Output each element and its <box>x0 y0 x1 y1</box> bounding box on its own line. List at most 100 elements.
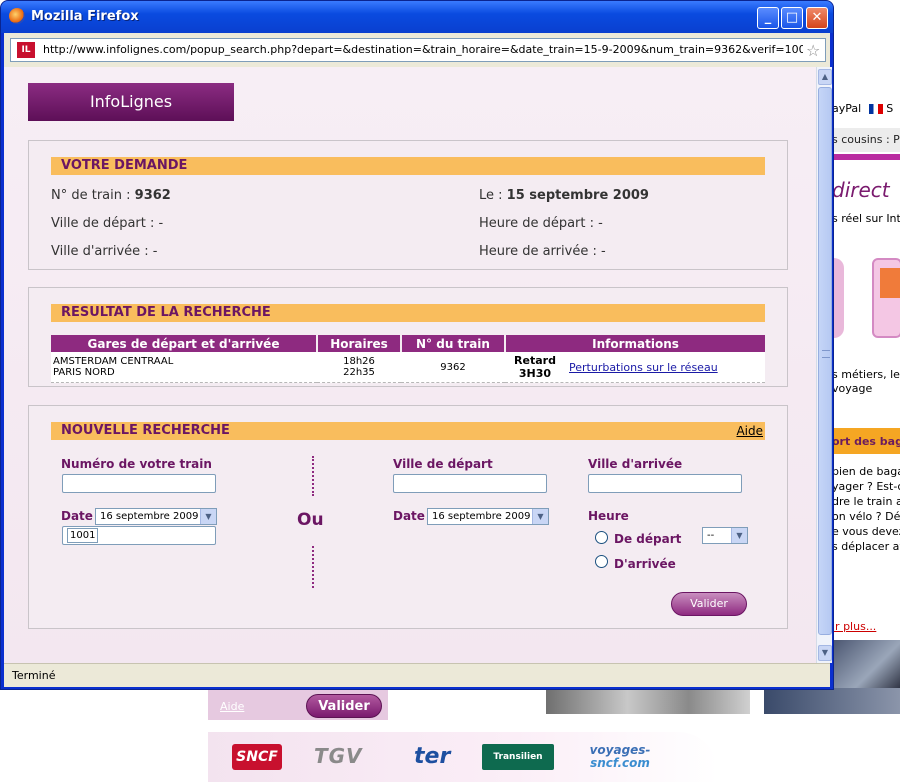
radio-d-arrivee[interactable] <box>595 555 608 568</box>
background-train-photo <box>764 688 900 714</box>
background-metiers-text: s métiers, les voyage <box>832 368 900 395</box>
background-paragraph: bien de baga yager ? Est-c dre le train … <box>832 465 900 553</box>
results-header-row: Gares de départ et d'arrivée Horaires N°… <box>51 335 765 352</box>
ville-depart-label: Ville de départ <box>393 457 493 471</box>
train-number-value: 9362 <box>134 188 171 203</box>
url-text[interactable]: http://www.infolignes.com/popup_search.p… <box>43 43 803 56</box>
perturbations-link[interactable]: Perturbations sur le réseau <box>569 361 718 374</box>
french-flag-icon <box>868 104 883 114</box>
nouvelle-recherche-panel: NOUVELLE RECHERCHE Aide Numéro de votre … <box>28 405 788 629</box>
d-arrivee-label: D'arrivée <box>614 557 676 571</box>
background-top-links: ayPal S <box>832 102 893 115</box>
ou-separator: Ou <box>297 510 324 530</box>
sncf-logo[interactable]: SNCF <box>232 744 282 770</box>
background-photo <box>832 640 900 690</box>
heure-arrivee-text: Heure de arrivée : - <box>479 244 606 259</box>
tgv-logo[interactable]: TGV <box>314 744 384 770</box>
divider-dots-bottom <box>312 546 314 588</box>
bookmark-star-icon[interactable]: ☆ <box>806 41 820 60</box>
retard-badge: Retard 3H30 <box>514 354 556 380</box>
paypal-link[interactable]: ayPal <box>832 102 861 115</box>
cell-informations: Retard 3H30 Perturbations sur le réseau <box>505 352 765 383</box>
train-number-row: N° de train : 9362 <box>51 188 171 203</box>
background-cousins-bar: s cousins : P <box>832 128 900 152</box>
column-header-gares: Gares de départ et d'arrivée <box>51 335 318 352</box>
background-aide-bar: Aide Valider <box>208 690 388 720</box>
background-purple-strip <box>832 154 900 160</box>
verif-code: 1001 <box>67 528 99 543</box>
date-value: 15 septembre 2009 <box>506 188 649 203</box>
scroll-down-arrow-icon[interactable]: ▼ <box>818 645 832 661</box>
flag-label: S <box>886 102 894 115</box>
voyages-sncf-logo[interactable]: voyages- sncf.com <box>580 744 660 774</box>
chevron-down-icon: ▼ <box>200 509 216 524</box>
chevron-down-icon: ▼ <box>731 528 747 543</box>
ville-depart-input[interactable] <box>393 474 547 493</box>
column-header-numero: N° du train <box>401 335 506 352</box>
status-bar: Terminé <box>4 663 830 687</box>
heure-depart-text: Heure de départ : - <box>479 216 603 231</box>
ville-depart-text: Ville de départ : - <box>51 216 164 231</box>
background-right-column: ayPal S s cousins : P direct s réel sur … <box>832 0 900 690</box>
infolignes-logo: InfoLignes <box>28 83 234 121</box>
cell-numero: 9362 <box>401 352 505 383</box>
results-table: Gares de départ et d'arrivée Horaires N°… <box>51 335 765 383</box>
ville-arrivee-label: Ville d'arrivée <box>588 457 683 471</box>
divider-dots-top <box>312 456 314 496</box>
firefox-popup-window: Mozilla Firefox _ □ ✕ IL http://www.info… <box>0 0 834 690</box>
heure-select[interactable]: -- ▼ <box>702 527 748 544</box>
page-viewport: InfoLignes VOTRE DEMANDE N° de train : 9… <box>4 67 816 663</box>
ter-logo[interactable]: ter <box>414 744 462 770</box>
window-titlebar[interactable]: Mozilla Firefox _ □ ✕ <box>1 1 833 33</box>
vertical-scrollbar[interactable]: ▲ ▼ <box>816 67 832 663</box>
numero-train-input[interactable] <box>62 474 216 493</box>
transilien-logo[interactable]: Transilien <box>482 744 554 770</box>
firefox-icon <box>9 8 25 24</box>
background-station-photo <box>546 688 750 714</box>
column-header-informations: Informations <box>505 335 765 352</box>
minimize-button[interactable]: _ <box>757 7 779 29</box>
heure-label: Heure <box>588 509 629 523</box>
status-text: Terminé <box>12 669 56 682</box>
scroll-up-arrow-icon[interactable]: ▲ <box>818 69 832 85</box>
numero-train-label: Numéro de votre train <box>61 457 212 471</box>
url-bar: IL http://www.infolignes.com/popup_searc… <box>4 33 830 67</box>
background-aide-link[interactable]: Aide <box>220 700 244 713</box>
cell-gares: AMSTERDAM CENTRAAL PARIS NORD <box>51 352 317 383</box>
date-select-left[interactable]: 16 septembre 2009 ▼ <box>95 508 217 525</box>
scroll-thumb[interactable] <box>818 87 832 635</box>
votre-demande-heading: VOTRE DEMANDE <box>51 157 765 175</box>
background-orange-heading: ort des baga <box>832 428 900 454</box>
ville-arrivee-input[interactable] <box>588 474 742 493</box>
background-card-image <box>880 268 900 298</box>
background-pink-card <box>872 258 900 338</box>
date-select-right[interactable]: 16 septembre 2009 ▼ <box>427 508 549 525</box>
valider-button[interactable]: Valider <box>671 592 747 616</box>
background-reel-text: s réel sur Inte <box>832 212 900 225</box>
resultat-heading: RESULTAT DE LA RECHERCHE <box>51 304 765 322</box>
background-valider-button[interactable]: Valider <box>306 694 382 718</box>
background-bottom-area: Aide Valider SNCF TGV ter Transilien voy… <box>208 688 900 782</box>
date-row: Le : 15 septembre 2009 <box>479 188 649 203</box>
cell-horaires: 18h26 22h35 <box>317 352 401 383</box>
table-row: AMSTERDAM CENTRAAL PARIS NORD 18h26 22h3… <box>51 352 765 383</box>
votre-demande-panel: VOTRE DEMANDE N° de train : 9362 Le : 15… <box>28 140 788 270</box>
radio-de-depart[interactable] <box>595 531 608 544</box>
date-label-left: Date <box>61 509 93 523</box>
aide-link[interactable]: Aide <box>736 422 763 440</box>
de-depart-label: De départ <box>614 532 682 546</box>
background-direct-title: direct <box>832 178 890 202</box>
ville-arrivee-text: Ville d'arrivée : - <box>51 244 158 259</box>
site-favicon: IL <box>17 42 35 58</box>
maximize-button[interactable]: □ <box>781 7 803 29</box>
nouvelle-recherche-heading: NOUVELLE RECHERCHE Aide <box>51 422 765 440</box>
chevron-down-icon: ▼ <box>532 509 548 524</box>
verif-input[interactable]: 1001 <box>62 526 216 545</box>
date-label-right: Date <box>393 509 425 523</box>
close-button[interactable]: ✕ <box>806 7 828 29</box>
window-title: Mozilla Firefox <box>31 9 139 24</box>
background-plus-link[interactable]: ir plus... <box>832 620 876 633</box>
scroll-grip <box>822 350 830 358</box>
column-header-horaires: Horaires <box>317 335 402 352</box>
url-field[interactable]: IL http://www.infolignes.com/popup_searc… <box>10 38 826 62</box>
